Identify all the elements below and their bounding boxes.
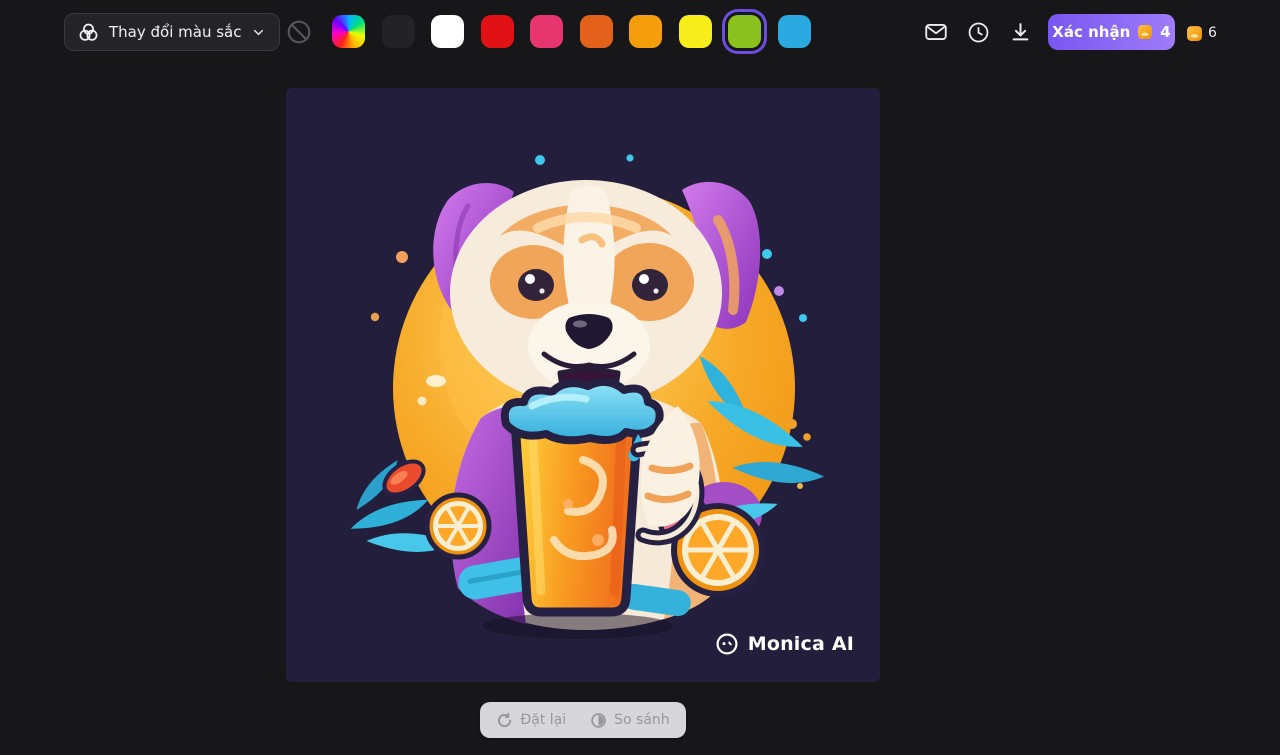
- footer-action-bar: Đặt lại So sánh: [480, 702, 686, 738]
- swatch-red[interactable]: [481, 15, 514, 48]
- swatch-rainbow[interactable]: [332, 15, 365, 48]
- swatch-pink[interactable]: [530, 15, 563, 48]
- history-clock-icon: [966, 20, 991, 45]
- swatch-white[interactable]: [431, 15, 464, 48]
- reset-button-label: Đặt lại: [520, 712, 566, 728]
- color-dropdown-label: Thay đổi màu sắc: [109, 23, 241, 41]
- history-button[interactable]: [963, 17, 993, 47]
- dog-artwork-image: [286, 88, 880, 682]
- color-swatches: [332, 15, 811, 48]
- download-button[interactable]: [1005, 17, 1035, 47]
- compare-button[interactable]: So sánh: [590, 712, 670, 729]
- color-change-dropdown[interactable]: Thay đổi màu sắc: [64, 13, 280, 51]
- reset-button[interactable]: Đặt lại: [496, 712, 566, 729]
- swatch-yellow[interactable]: [679, 15, 712, 48]
- coin-icon: [1137, 24, 1153, 40]
- swatch-green[interactable]: [728, 15, 761, 48]
- swatch-cyan[interactable]: [778, 15, 811, 48]
- watermark: Monica AI: [715, 632, 854, 656]
- credits-badge: 6: [1186, 21, 1217, 45]
- swatch-black[interactable]: [382, 15, 415, 48]
- chevron-down-icon: [251, 25, 266, 40]
- compare-button-label: So sánh: [614, 712, 670, 728]
- generated-image-canvas: Monica AI: [286, 88, 880, 682]
- user-avatar[interactable]: [1231, 14, 1267, 50]
- swatch-orange[interactable]: [629, 15, 662, 48]
- credits-count: 6: [1208, 25, 1217, 41]
- top-action-icons: [921, 17, 1035, 47]
- monica-logo-icon: [715, 632, 739, 656]
- download-icon: [1008, 20, 1033, 45]
- ban-icon: [284, 17, 314, 47]
- mail-button[interactable]: [921, 17, 951, 47]
- compare-icon: [590, 712, 607, 729]
- confirm-button-label: Xác nhận: [1052, 23, 1130, 41]
- coin-icon: [1186, 25, 1203, 42]
- confirm-cost: 4: [1160, 23, 1170, 41]
- confirm-button[interactable]: Xác nhận 4: [1048, 14, 1175, 50]
- mail-icon: [923, 19, 949, 45]
- refresh-icon: [496, 712, 513, 729]
- watermark-text: Monica AI: [748, 633, 854, 655]
- no-color-swatch[interactable]: [283, 16, 315, 48]
- swatch-orange-red[interactable]: [580, 15, 613, 48]
- color-mix-icon: [78, 22, 99, 43]
